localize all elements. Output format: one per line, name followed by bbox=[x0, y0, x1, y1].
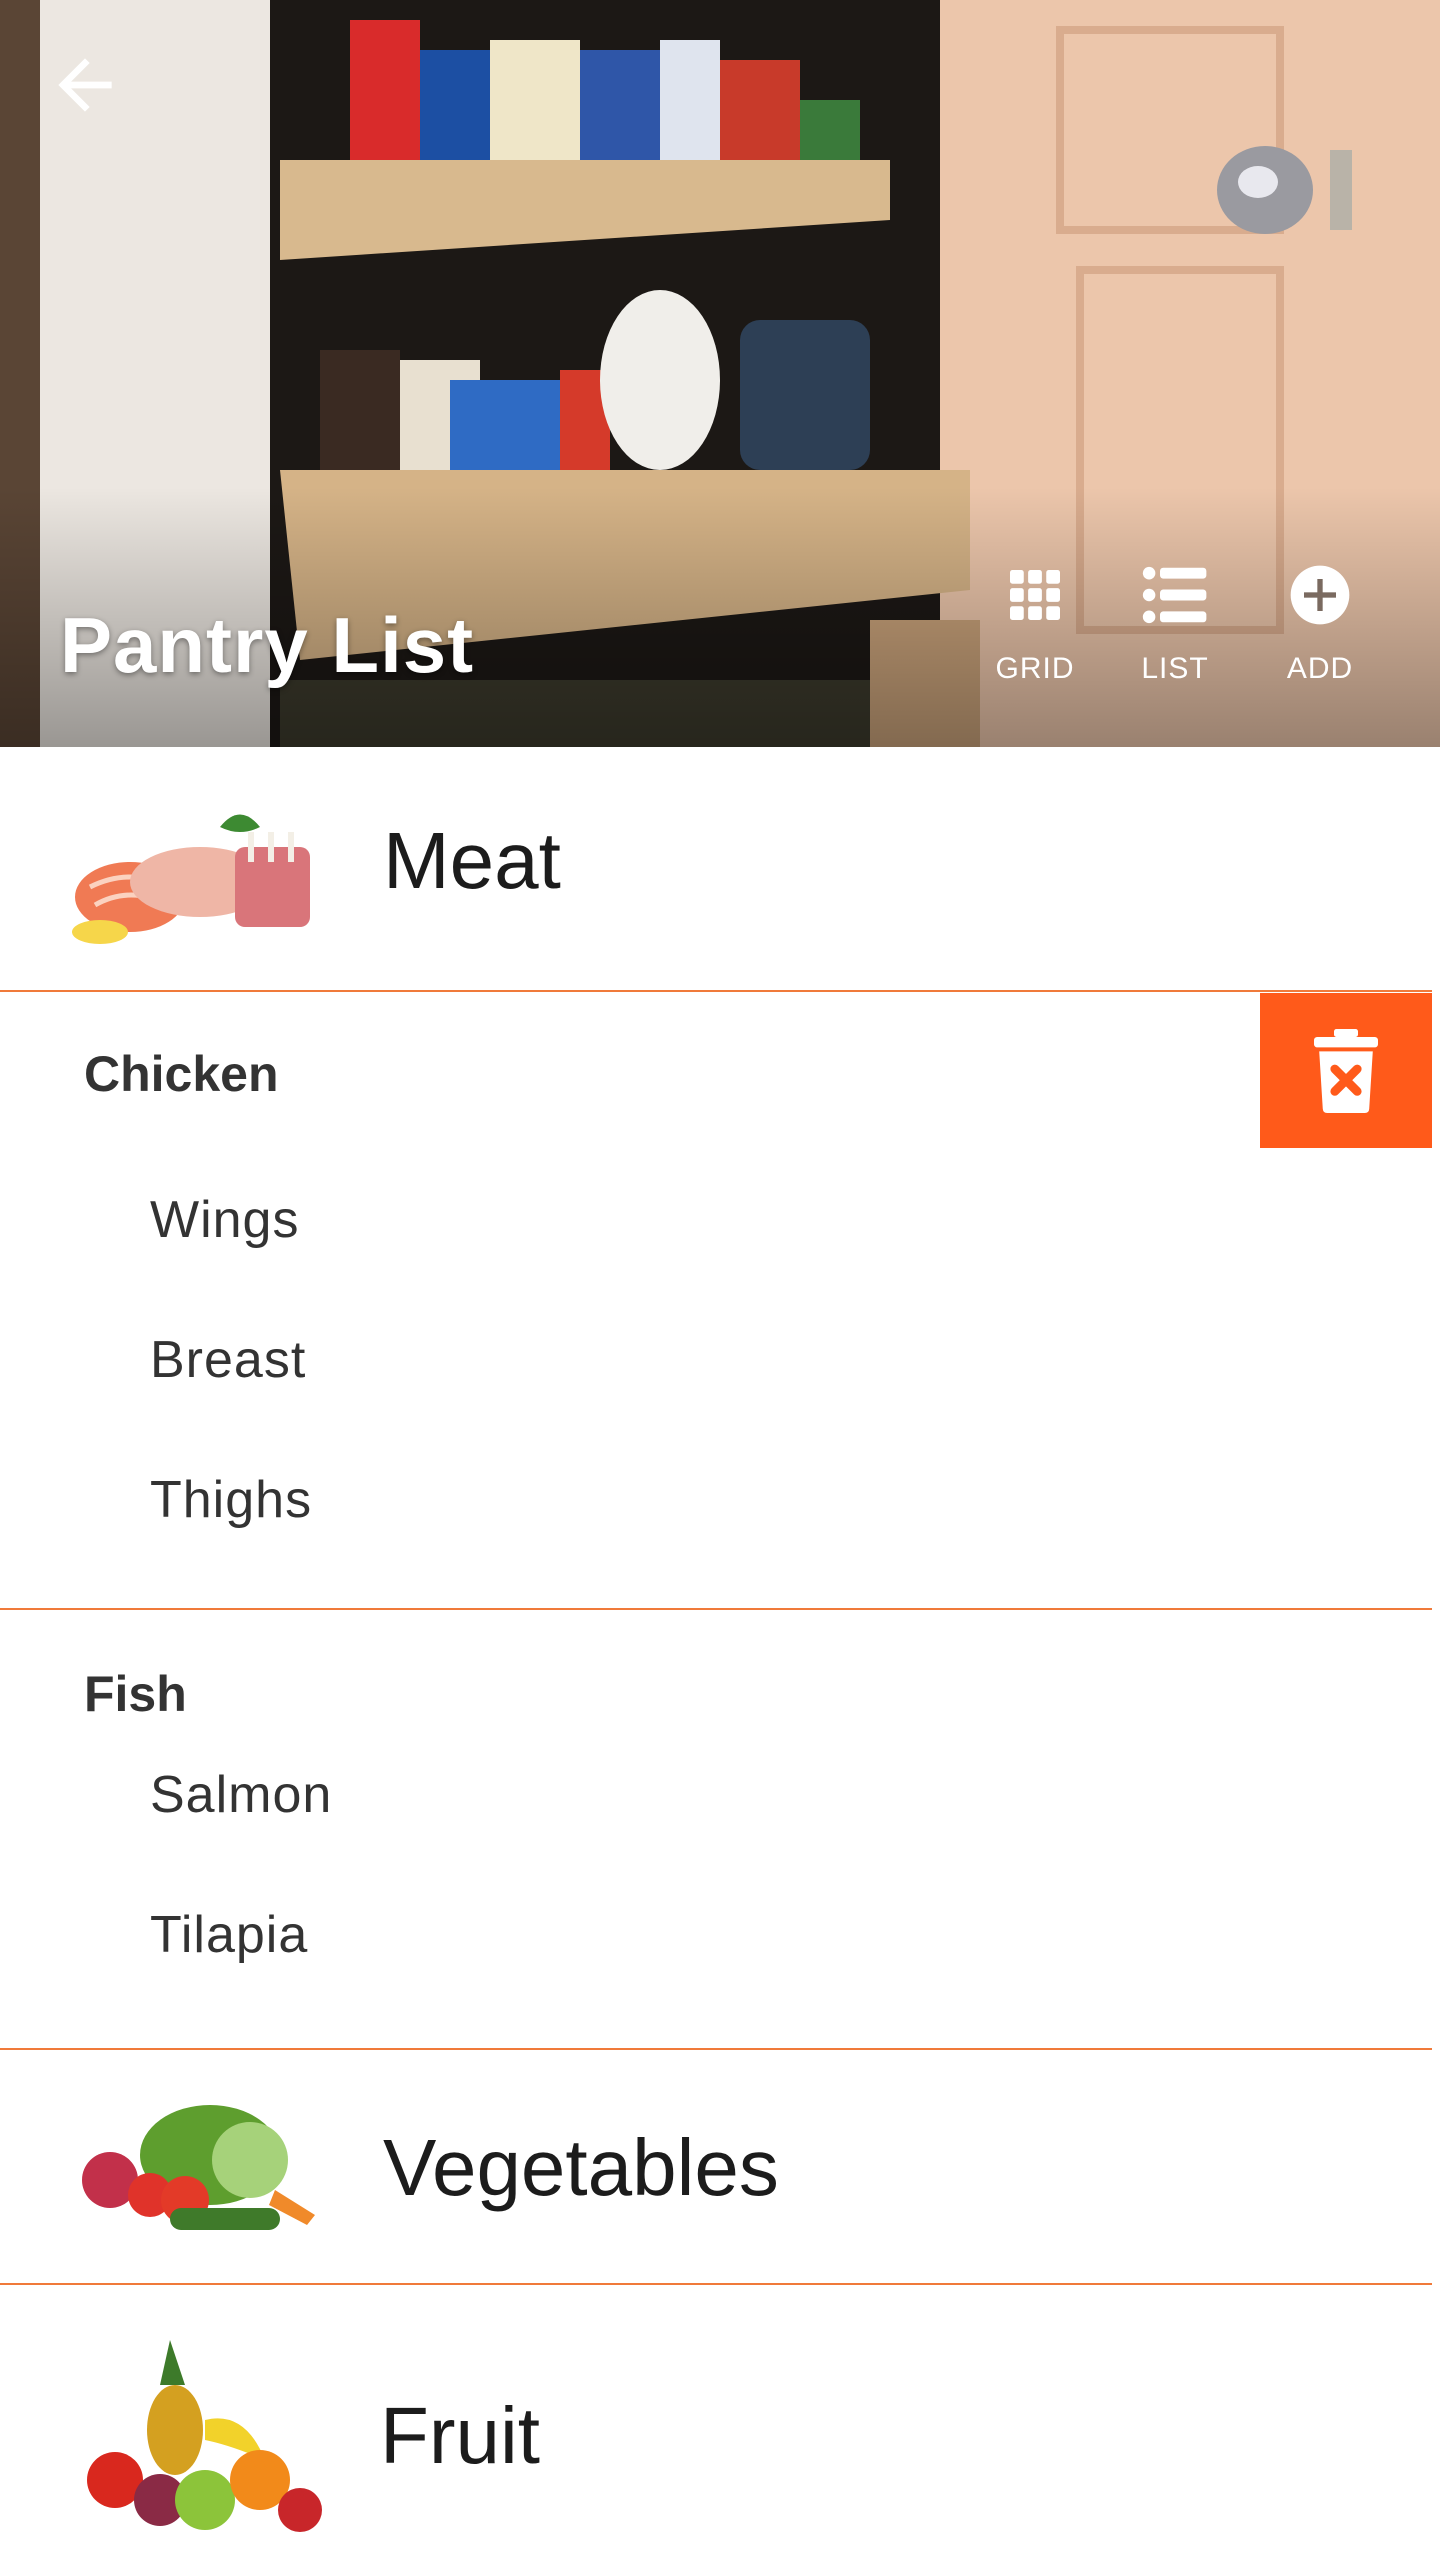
delete-button[interactable] bbox=[1260, 993, 1432, 1148]
grid-view-label: GRID bbox=[995, 652, 1075, 685]
arrow-back-icon bbox=[58, 58, 112, 112]
subcategory-chicken-header: Chicken bbox=[84, 1046, 279, 1102]
list-item-tilapia[interactable]: Tilapia bbox=[150, 1905, 308, 1965]
page-title: Pantry List bbox=[60, 601, 475, 689]
category-name: Vegetables bbox=[383, 2123, 779, 2212]
add-circle-icon bbox=[1285, 560, 1355, 630]
header-banner: Pantry List GRID LIST ADD bbox=[0, 0, 1440, 747]
meat-thumbnail bbox=[72, 814, 310, 944]
grid-icon bbox=[1000, 560, 1070, 630]
category-vegetables[interactable]: Vegetables bbox=[0, 2050, 1432, 2285]
list-view-button[interactable]: LIST bbox=[1105, 560, 1245, 720]
category-name: Fruit bbox=[380, 2391, 540, 2480]
category-name: Meat bbox=[383, 816, 561, 905]
delete-x-icon bbox=[1314, 1028, 1378, 1113]
list-item-breast[interactable]: Breast bbox=[150, 1330, 306, 1390]
list-icon bbox=[1140, 560, 1210, 630]
back-button[interactable] bbox=[40, 40, 130, 130]
list-item-salmon[interactable]: Salmon bbox=[150, 1765, 332, 1825]
add-label: ADD bbox=[1286, 652, 1354, 685]
divider bbox=[0, 990, 1432, 992]
add-button[interactable]: ADD bbox=[1250, 560, 1390, 720]
subcategory-fish-header: Fish bbox=[84, 1666, 187, 1722]
list-view-label: LIST bbox=[1141, 652, 1209, 685]
vegetables-thumbnail bbox=[82, 2105, 315, 2230]
divider bbox=[0, 1608, 1432, 1610]
category-fruit[interactable]: Fruit bbox=[0, 2285, 1432, 2560]
list-item-wings[interactable]: Wings bbox=[150, 1190, 299, 1250]
grid-view-button[interactable]: GRID bbox=[965, 560, 1105, 720]
fruit-thumbnail bbox=[87, 2340, 322, 2532]
category-meat[interactable]: Meat bbox=[0, 747, 1432, 992]
list-item-thighs[interactable]: Thighs bbox=[150, 1470, 312, 1530]
